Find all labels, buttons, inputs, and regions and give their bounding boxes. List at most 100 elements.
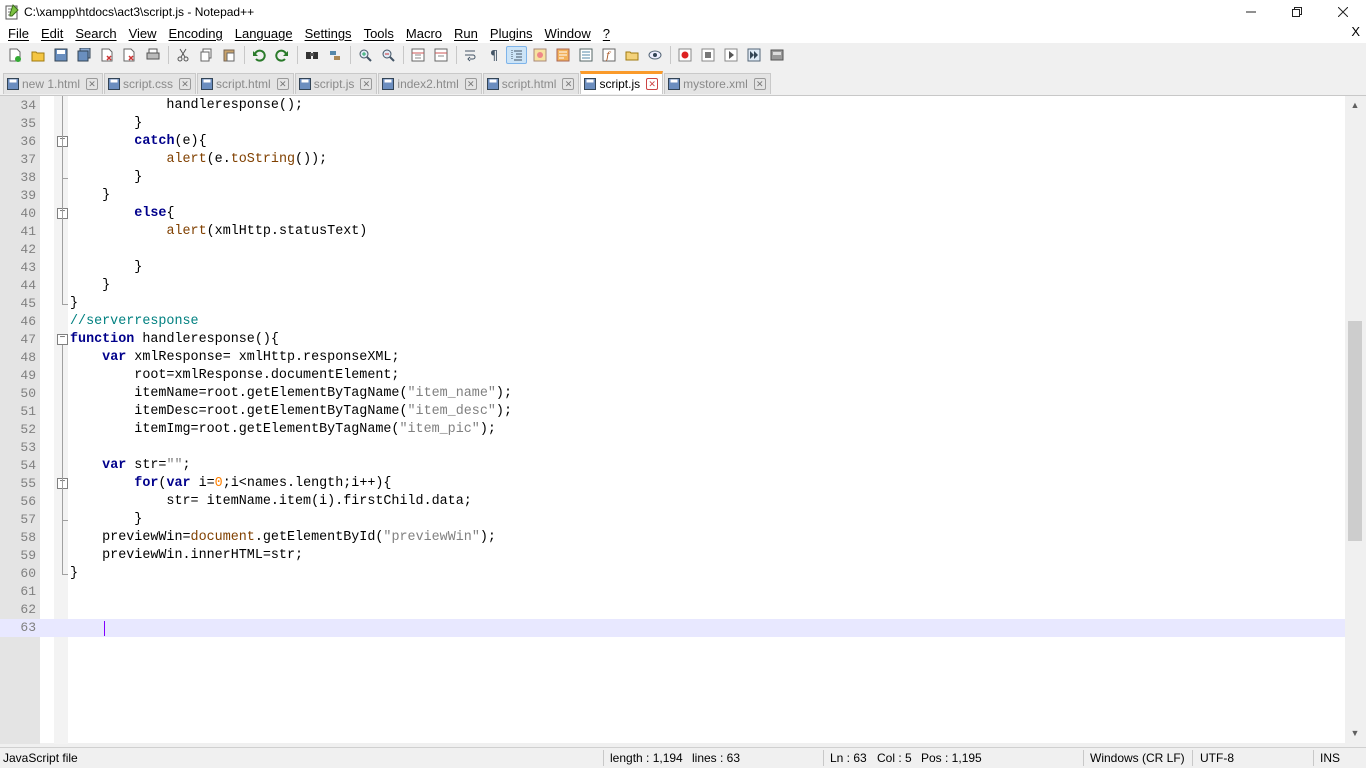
tab-close-icon[interactable]: ✕ bbox=[86, 78, 99, 90]
menu-window[interactable]: Window bbox=[539, 26, 597, 41]
close-document-button[interactable]: X bbox=[1351, 24, 1360, 39]
function-icon[interactable]: f bbox=[598, 46, 619, 64]
code-line[interactable]: 34 handleresponse(); bbox=[0, 97, 1345, 115]
code-line[interactable]: 48 var xmlResponse= xmlHttp.responseXML; bbox=[0, 349, 1345, 367]
tab-script-html[interactable]: script.html ✕ bbox=[197, 73, 294, 94]
tab-new-1-html[interactable]: new 1.html ✕ bbox=[3, 73, 104, 94]
code-line[interactable]: 56 str= itemName.item(i).firstChild.data… bbox=[0, 493, 1345, 511]
code-line[interactable]: 38 } bbox=[0, 169, 1345, 187]
code-line[interactable]: 36− catch(e){ bbox=[0, 133, 1345, 151]
status-encoding[interactable]: UTF-8 bbox=[1200, 751, 1234, 765]
code-line[interactable]: 39 } bbox=[0, 187, 1345, 205]
code-line[interactable]: 43 } bbox=[0, 259, 1345, 277]
function-list-icon[interactable] bbox=[575, 46, 596, 64]
code-line[interactable]: 54 var str=""; bbox=[0, 457, 1345, 475]
user-defined-language-icon[interactable] bbox=[529, 46, 550, 64]
scroll-down-arrow-icon[interactable]: ▼ bbox=[1350, 728, 1360, 738]
code-text-area[interactable]: 34 handleresponse();35 }36− catch(e){37 … bbox=[0, 96, 1345, 744]
code-line[interactable]: 37 alert(e.toString()); bbox=[0, 151, 1345, 169]
close-file-icon[interactable] bbox=[96, 46, 117, 64]
paste-icon[interactable] bbox=[218, 46, 239, 64]
scrollbar-thumb[interactable] bbox=[1348, 321, 1362, 541]
menu-plugins[interactable]: Plugins bbox=[484, 26, 539, 41]
undo-icon[interactable] bbox=[248, 46, 269, 64]
tab-script-js-active[interactable]: script.js ✕ bbox=[580, 71, 664, 94]
restore-button[interactable] bbox=[1274, 0, 1320, 23]
show-all-characters-icon[interactable]: ¶ bbox=[483, 46, 504, 64]
scroll-up-arrow-icon[interactable]: ▲ bbox=[1350, 100, 1360, 110]
tab-index2-html[interactable]: index2.html ✕ bbox=[378, 73, 482, 94]
tab-close-icon[interactable]: ✕ bbox=[360, 78, 373, 90]
print-icon[interactable] bbox=[142, 46, 163, 64]
zoom-out-icon[interactable] bbox=[377, 46, 398, 64]
indent-guide-icon[interactable] bbox=[506, 46, 527, 64]
zoom-in-icon[interactable] bbox=[354, 46, 375, 64]
vertical-scrollbar[interactable]: ▲ ▼ bbox=[1345, 96, 1366, 744]
tab-mystore-xml[interactable]: mystore.xml ✕ bbox=[664, 73, 771, 94]
menu-view[interactable]: View bbox=[123, 26, 163, 41]
code-line[interactable]: 50 itemName=root.getElementByTagName("it… bbox=[0, 385, 1345, 403]
open-file-icon[interactable] bbox=[27, 46, 48, 64]
code-line[interactable]: 63 bbox=[0, 619, 1345, 637]
menu-settings[interactable]: Settings bbox=[299, 26, 358, 41]
tab-script-html-2[interactable]: script.html ✕ bbox=[482, 73, 580, 94]
code-line[interactable]: 55− for(var i=0;i<names.length;i++){ bbox=[0, 475, 1345, 493]
code-line[interactable]: 59 previewWin.innerHTML=str; bbox=[0, 547, 1345, 565]
save-all-icon[interactable] bbox=[73, 46, 94, 64]
new-file-icon[interactable] bbox=[4, 46, 25, 64]
close-window-button[interactable] bbox=[1320, 0, 1366, 23]
cut-icon[interactable] bbox=[172, 46, 193, 64]
document-map-icon[interactable] bbox=[552, 46, 573, 64]
folder-workspace-icon[interactable] bbox=[621, 46, 642, 64]
sync-vertical-icon[interactable] bbox=[407, 46, 428, 64]
code-line[interactable]: 46 //serverresponse bbox=[0, 313, 1345, 331]
code-line[interactable]: 62 bbox=[0, 601, 1345, 619]
code-line[interactable]: 61 bbox=[0, 583, 1345, 601]
code-line[interactable]: 40− else{ bbox=[0, 205, 1345, 223]
menu-language[interactable]: Language bbox=[229, 26, 299, 41]
tab-close-icon[interactable]: ✕ bbox=[562, 78, 575, 90]
menu-tools[interactable]: Tools bbox=[358, 26, 400, 41]
code-line[interactable]: 45} bbox=[0, 295, 1345, 313]
code-line[interactable]: 60} bbox=[0, 565, 1345, 583]
macro-stop-icon[interactable] bbox=[697, 46, 718, 64]
tab-close-icon[interactable]: ✕ bbox=[753, 78, 766, 90]
copy-icon[interactable] bbox=[195, 46, 216, 64]
menu-edit[interactable]: Edit bbox=[35, 26, 69, 41]
find-icon[interactable] bbox=[301, 46, 322, 64]
code-line[interactable]: 57 } bbox=[0, 511, 1345, 529]
minimize-button[interactable] bbox=[1228, 0, 1274, 23]
menu-help[interactable]: ? bbox=[597, 26, 616, 41]
tab-script-js[interactable]: script.js ✕ bbox=[294, 73, 378, 94]
tab-close-icon[interactable]: ✕ bbox=[646, 78, 659, 90]
code-line[interactable]: 51 itemDesc=root.getElementByTagName("it… bbox=[0, 403, 1345, 421]
macro-record-icon[interactable] bbox=[674, 46, 695, 64]
status-eol[interactable]: Windows (CR LF) bbox=[1090, 751, 1185, 765]
code-line[interactable]: 58 previewWin=document.getElementById("p… bbox=[0, 529, 1345, 547]
macro-save-icon[interactable] bbox=[766, 46, 787, 64]
status-insert-mode[interactable]: INS bbox=[1320, 751, 1340, 765]
fold-toggle-icon[interactable]: − bbox=[57, 334, 68, 345]
tab-close-icon[interactable]: ✕ bbox=[179, 78, 192, 90]
redo-icon[interactable] bbox=[271, 46, 292, 64]
sync-horizontal-icon[interactable] bbox=[430, 46, 451, 64]
menu-search[interactable]: Search bbox=[69, 26, 122, 41]
code-line[interactable]: 35 } bbox=[0, 115, 1345, 133]
code-line[interactable]: 44 } bbox=[0, 277, 1345, 295]
word-wrap-icon[interactable] bbox=[460, 46, 481, 64]
code-line[interactable]: 41 alert(xmlHttp.statusText) bbox=[0, 223, 1345, 241]
menu-macro[interactable]: Macro bbox=[400, 26, 448, 41]
code-line[interactable]: 53 bbox=[0, 439, 1345, 457]
replace-icon[interactable] bbox=[324, 46, 345, 64]
code-line[interactable]: 47 − function handleresponse(){ bbox=[0, 331, 1345, 349]
tab-close-icon[interactable]: ✕ bbox=[276, 78, 289, 90]
menu-file[interactable]: File bbox=[2, 26, 35, 41]
save-icon[interactable] bbox=[50, 46, 71, 64]
code-editor[interactable]: 34 handleresponse();35 }36− catch(e){37 … bbox=[0, 95, 1366, 744]
menu-run[interactable]: Run bbox=[448, 26, 484, 41]
code-line[interactable]: 42 bbox=[0, 241, 1345, 259]
macro-run-multiple-icon[interactable] bbox=[743, 46, 764, 64]
code-line[interactable]: 49 root=xmlResponse.documentElement; bbox=[0, 367, 1345, 385]
tab-close-icon[interactable]: ✕ bbox=[464, 78, 477, 90]
tab-script-css[interactable]: script.css ✕ bbox=[104, 73, 197, 94]
